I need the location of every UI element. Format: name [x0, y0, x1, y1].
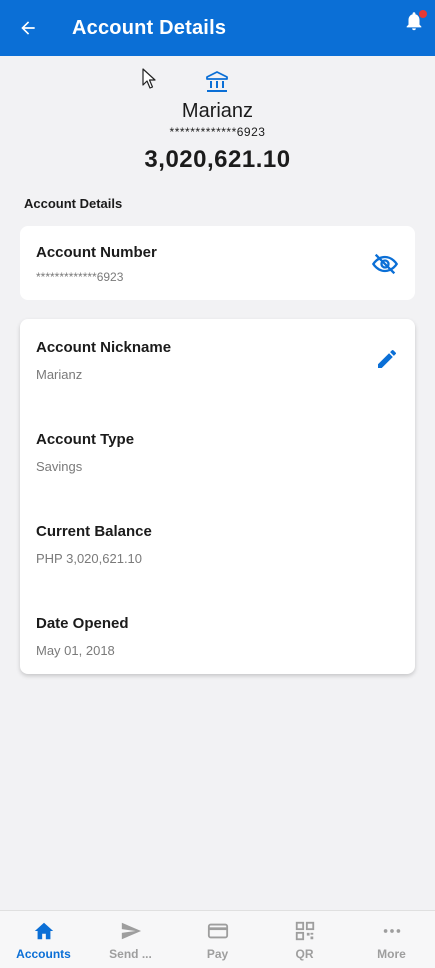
- section-title: Account Details: [24, 196, 123, 211]
- nav-pay[interactable]: Pay: [174, 911, 261, 968]
- page-title: Account Details: [72, 17, 227, 39]
- eye-off-icon: [371, 253, 399, 275]
- qr-icon: [293, 919, 317, 943]
- account-name: Marianz: [181, 100, 254, 122]
- nav-more[interactable]: More: [348, 911, 435, 968]
- nav-label: More: [377, 947, 406, 961]
- home-icon: [32, 919, 56, 943]
- current-balance-label: Current Balance: [36, 523, 152, 540]
- mouse-cursor-icon: [142, 68, 156, 89]
- date-opened-value: May 01, 2018: [36, 643, 115, 658]
- account-type-value: Savings: [36, 459, 83, 474]
- pencil-icon: [378, 349, 396, 368]
- bank-icon: [206, 71, 228, 92]
- nav-label: Accounts: [16, 947, 71, 961]
- more-icon: [380, 919, 404, 943]
- account-balance: 3,020,621.10: [144, 146, 291, 173]
- current-balance-value: PHP 3,020,621.10: [36, 551, 143, 566]
- account-number-value: *************6923: [36, 270, 124, 284]
- back-button[interactable]: [16, 16, 40, 40]
- nav-accounts[interactable]: Accounts: [0, 911, 87, 968]
- arrow-left-icon: [21, 21, 35, 35]
- nav-send[interactable]: Send ...: [87, 911, 174, 968]
- nav-label: Pay: [206, 947, 229, 961]
- nav-label: Send ...: [109, 947, 152, 961]
- app-header: Account Details: [0, 0, 435, 56]
- nav-qr[interactable]: QR: [261, 911, 348, 968]
- toggle-visibility-button[interactable]: [371, 250, 399, 278]
- nickname-label: Account Nickname: [36, 339, 172, 356]
- date-opened-label: Date Opened: [36, 615, 129, 632]
- account-type-label: Account Type: [36, 431, 135, 448]
- edit-nickname-button[interactable]: [375, 347, 399, 371]
- nickname-value: Marianz: [36, 367, 83, 382]
- account-number-card: Account Number *************6923: [20, 226, 415, 300]
- bottom-nav: Accounts Send ... Pay QR More: [0, 910, 435, 968]
- notification-dot: [419, 10, 427, 18]
- card-icon: [206, 919, 230, 943]
- send-icon: [119, 919, 143, 943]
- account-details-card: Account Nickname Marianz Account Type Sa…: [20, 319, 415, 674]
- account-number-label: Account Number: [36, 244, 157, 261]
- nav-label: QR: [295, 947, 314, 961]
- masked-account-number: *************6923: [169, 125, 266, 139]
- notifications-button[interactable]: [403, 10, 427, 32]
